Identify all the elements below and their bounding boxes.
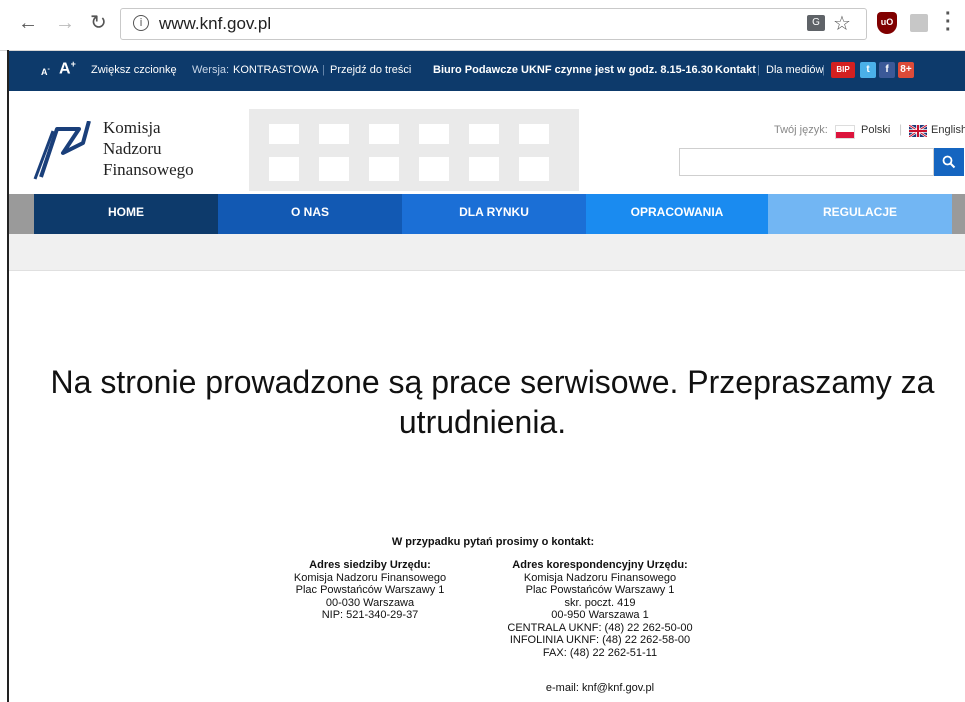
google-plus-icon[interactable]: 8+ <box>898 62 914 78</box>
facebook-icon[interactable]: f <box>879 62 895 78</box>
separator: | <box>322 64 325 76</box>
nav-item-opracowania[interactable]: OPRACOWANIA <box>586 194 768 234</box>
site-header: Komisja Nadzoru Finansowego Twój język: … <box>9 91 965 194</box>
main-navigation: HOME O NAS DLA RYNKU OPRACOWANIA REGULAC… <box>9 194 965 234</box>
separator: | <box>899 122 903 136</box>
maintenance-message-line1: Na stronie prowadzone są prace serwisowe… <box>50 364 935 400</box>
info-icon[interactable]: i <box>133 15 149 31</box>
font-increase-button[interactable]: A+ <box>59 59 76 78</box>
contact-link[interactable]: Kontakt <box>715 64 756 76</box>
address-line: 00-950 Warszawa 1 <box>551 609 649 621</box>
address-bar[interactable]: i www.knf.gov.pl G ☆ <box>120 8 867 40</box>
translate-icon[interactable]: G <box>807 15 825 31</box>
corr-address-title: Adres korespondencyjny Urzędu: <box>512 559 688 571</box>
email-contact[interactable]: e-mail: knf@knf.gov.pl <box>490 682 710 694</box>
address-line: 00-030 Warszawa <box>325 596 415 609</box>
back-icon[interactable]: ← <box>18 12 38 34</box>
address-line: skr. poczt. 419 <box>564 596 636 609</box>
media-link[interactable]: Dla mediów <box>766 64 823 76</box>
menu-dots-icon[interactable]: · · · <box>945 4 952 40</box>
forward-icon[interactable]: → <box>55 12 75 34</box>
phone-line: INFOLINIA UKNF: (48) 22 262-58-00 <box>509 634 691 646</box>
browser-toolbar: ← → ↻ i www.knf.gov.pl G ☆ uO · · · <box>0 0 965 51</box>
twitter-icon[interactable]: t <box>860 62 876 78</box>
version-label: Wersja: <box>192 64 230 76</box>
reload-icon[interactable]: ↻ <box>90 12 107 34</box>
logo-line: Komisja <box>103 118 161 137</box>
search-button[interactable] <box>934 148 964 176</box>
hq-address-title: Adres siedziby Urzędu: <box>309 559 431 571</box>
language-english-link[interactable]: English <box>931 124 965 136</box>
nav-item-regulacje[interactable]: REGULACJE <box>768 194 952 234</box>
address-line: Komisja Nadzoru Finansowego <box>293 571 447 584</box>
building-background-image <box>249 109 579 191</box>
correspondence-address: Adres korespondencyjny Urzędu: Komisja N… <box>490 559 710 659</box>
site-top-bar: A- A+ Zwiększ czcionkę Wersja: KONTRASTO… <box>9 51 965 91</box>
bookmark-star-icon[interactable]: ☆ <box>833 11 851 35</box>
logo-line: Nadzoru <box>103 139 162 158</box>
polish-flag-icon[interactable] <box>835 125 855 139</box>
bip-icon[interactable]: BIP <box>831 62 855 78</box>
contrast-version-link[interactable]: KONTRASTOWA <box>233 64 319 76</box>
fax-line: FAX: (48) 22 262-51-11 <box>542 646 658 659</box>
uk-flag-icon[interactable] <box>909 125 927 137</box>
separator: | <box>822 64 825 76</box>
skip-to-content-link[interactable]: Przejdź do treści <box>330 64 411 76</box>
maintenance-message: Na stronie prowadzone są prace serwisowe… <box>0 362 965 442</box>
extension-icon[interactable] <box>910 14 928 32</box>
language-polish-link[interactable]: Polski <box>861 124 890 136</box>
nav-item-dla-rynku[interactable]: DLA RYNKU <box>402 194 586 234</box>
separator: | <box>757 64 760 76</box>
search-input[interactable] <box>679 148 934 176</box>
logo-text[interactable]: Komisja Nadzoru Finansowego <box>103 117 194 180</box>
office-hours-text: Biuro Podawcze UKNF czynne jest w godz. … <box>433 64 713 76</box>
knf-logo-icon[interactable] <box>33 121 103 181</box>
contact-heading: W przypadku pytań prosimy o kontakt: <box>391 536 595 548</box>
url-text[interactable]: www.knf.gov.pl <box>159 14 271 34</box>
search-icon <box>942 155 956 169</box>
address-line: Komisja Nadzoru Finansowego <box>523 571 677 584</box>
nav-item-home[interactable]: HOME <box>34 194 218 234</box>
address-line: Plac Powstańców Warszawy 1 <box>295 584 445 596</box>
language-label: Twój język: <box>774 124 828 136</box>
increase-font-link[interactable]: Zwiększ czcionkę <box>91 64 177 76</box>
font-decrease-button[interactable]: A- <box>41 66 50 77</box>
ublock-extension-icon[interactable]: uO <box>877 12 897 34</box>
maintenance-message-line2: utrudnienia. <box>398 404 567 440</box>
hq-address: Adres siedziby Urzędu: Komisja Nadzoru F… <box>270 559 470 622</box>
address-line: Plac Powstańców Warszawy 1 <box>525 584 675 596</box>
breadcrumb-band <box>9 234 965 271</box>
nav-item-o-nas[interactable]: O NAS <box>218 194 402 234</box>
phone-line: CENTRALA UKNF: (48) 22 262-50-00 <box>507 621 693 634</box>
address-line: NIP: 521-340-29-37 <box>321 609 419 621</box>
logo-line: Finansowego <box>103 160 194 179</box>
